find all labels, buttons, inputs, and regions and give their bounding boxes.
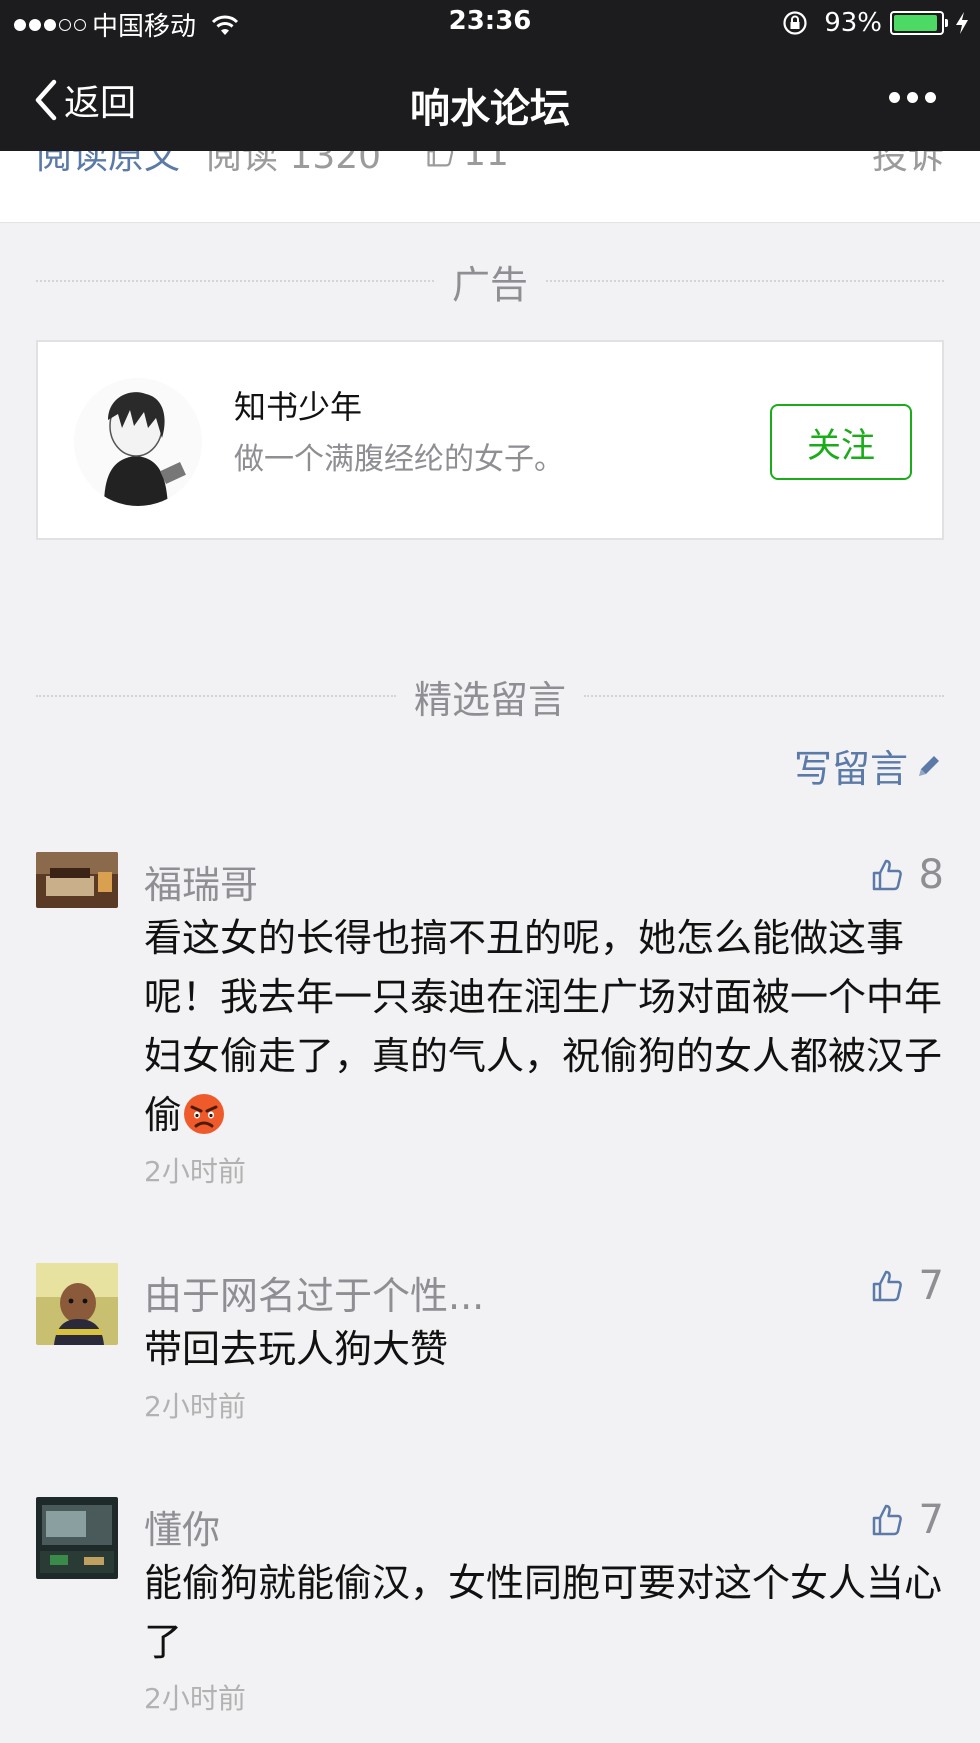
ad-section-header: 广告 [36,253,945,309]
thumbs-up-icon [872,1270,902,1302]
like-icon[interactable] [425,151,455,168]
pencil-icon [919,755,939,776]
comment-text: 看这女的长得也搞不丑的呢，她怎么能做这事呢！我去年一只泰迪在润生广场对面被一个中… [144,916,943,1137]
comment-like-count: 7 [918,1497,944,1543]
page-title: 响水论坛 [410,86,570,132]
more-options-icon[interactable] [889,92,936,103]
ad-avatar [74,378,202,506]
comment-like-count: 8 [918,852,944,898]
article-footer: 阅读原文 阅读 1320 11 投诉 [0,151,980,223]
battery-percent: 93% [824,8,882,38]
commenter-name: 由于网名过于个性... [144,1274,485,1318]
commenter-name: 福瑞哥 [144,863,259,907]
ad-section-title: 广告 [452,262,529,307]
page: 中国移动 23:36 93% 返回 响水论坛 阅读原文 阅读 1320 11 投… [0,0,980,1743]
comment-item: 由于网名过于个性... 7 带回去玩人狗大赞 2小时前 [36,1263,944,1423]
commenter-avatar [36,852,118,908]
navigation-bar: 返回 响水论坛 [0,48,980,151]
read-count: 阅读 1320 [206,151,382,177]
like-count: 11 [463,151,509,174]
status-bar: 中国移动 23:36 93% [0,0,980,48]
comment-item: 懂你 7 能偷狗就能偷汉，女性同胞可要对这个女人当心了 2小时前 [36,1497,944,1717]
thumbs-up-icon [872,1504,902,1536]
comment-text: 能偷狗就能偷汉，女性同胞可要对这个女人当心了 [144,1561,943,1664]
comment-time: 2小时前 [144,1682,246,1715]
thumbs-up-icon [872,859,902,891]
comment-time: 2小时前 [144,1390,246,1423]
charging-bolt-icon [956,12,968,34]
angry-face-icon [184,1094,225,1134]
ad-card[interactable]: 知书少年 做一个满腹经纶的女子。 关注 [36,340,944,540]
comment-text: 带回去玩人狗大赞 [144,1327,449,1371]
write-comment-label: 写留言 [793,747,908,791]
write-comment-button[interactable]: 写留言 [794,738,944,793]
ad-account-description: 做一个满腹经纶的女子。 [234,442,564,477]
read-original-link[interactable]: 阅读原文 [36,151,180,179]
commenter-avatar [36,1497,118,1579]
comment-like-count: 7 [918,1263,944,1309]
comment-item: 福瑞哥 8 看这女的长得也搞不丑的呢，她怎么能做这事呢！我去年一只泰迪在润生广场… [36,852,944,1192]
comment-like-button[interactable]: 8 [871,852,944,898]
report-link[interactable]: 投诉 [872,151,944,179]
follow-button[interactable]: 关注 [770,404,912,480]
ad-account-name: 知书少年 [234,388,363,426]
comment-time: 2小时前 [144,1155,246,1188]
battery-icon [890,11,948,35]
commenter-name: 懂你 [144,1508,221,1552]
comment-like-button[interactable]: 7 [871,1497,944,1543]
comments-section-header: 精选留言 [36,668,945,724]
rotation-lock-icon [783,11,807,35]
comment-like-button[interactable]: 7 [871,1263,944,1309]
commenter-avatar [36,1263,118,1345]
comments-section-title: 精选留言 [414,677,567,722]
